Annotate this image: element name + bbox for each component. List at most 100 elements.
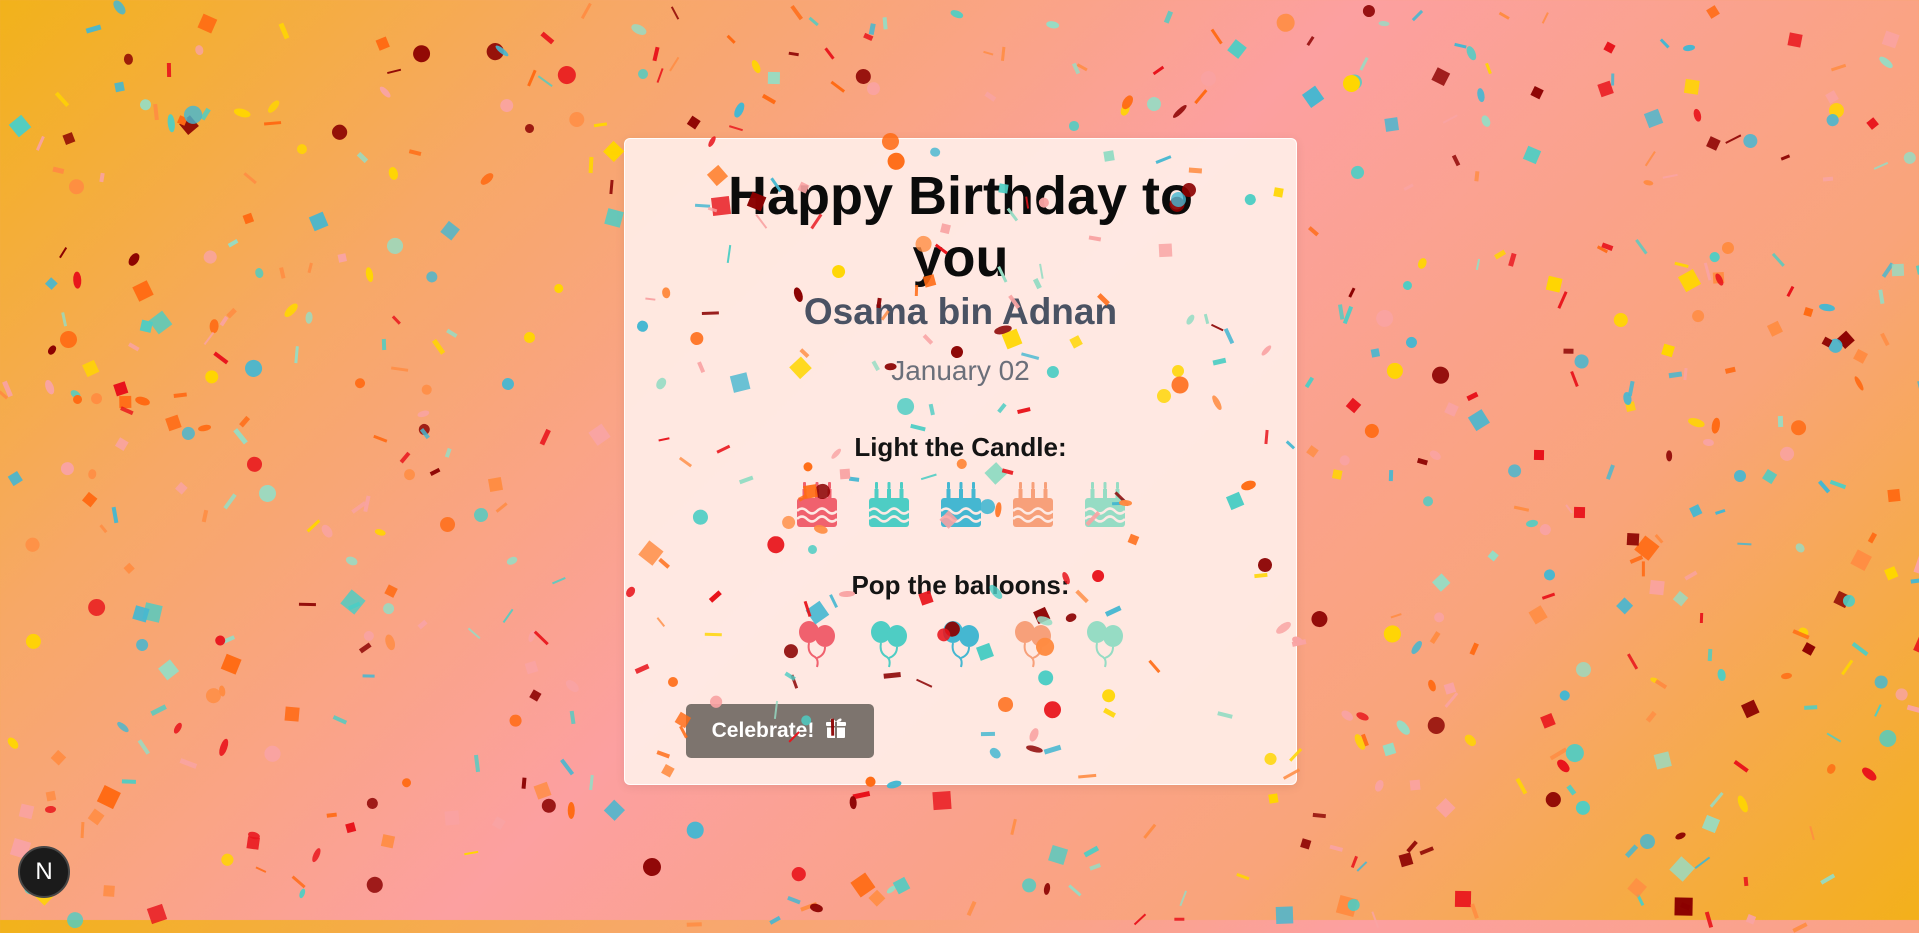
confetti-piece (1745, 913, 1757, 925)
confetti-piece (87, 468, 97, 480)
confetti-piece (1852, 375, 1866, 392)
confetti-piece (446, 329, 458, 338)
confetti-piece (375, 36, 390, 51)
balloons-icon (939, 619, 983, 674)
confetti-piece (1804, 705, 1818, 710)
confetti-piece (1347, 898, 1361, 912)
confetti-piece (1625, 401, 1636, 413)
confetti-piece (1851, 641, 1869, 657)
confetti-piece (499, 375, 517, 393)
confetti-piece (1629, 554, 1643, 564)
cake-candle-button-2[interactable] (865, 480, 913, 532)
confetti-piece (1841, 659, 1854, 676)
confetti-piece (1462, 732, 1479, 749)
confetti-piece (1887, 489, 1901, 503)
confetti-piece (1508, 252, 1517, 267)
confetti-piece (1654, 678, 1668, 690)
confetti-piece (1802, 306, 1814, 318)
confetti-piece (1767, 321, 1783, 337)
confetti-piece (855, 68, 872, 85)
cake-candle-button-4[interactable] (1009, 480, 1057, 532)
confetti-piece (1301, 85, 1324, 108)
celebrate-button[interactable]: Celebrate! (686, 704, 874, 758)
confetti-piece (197, 423, 212, 432)
confetti-piece (1826, 336, 1846, 356)
confetti-piece (726, 34, 736, 44)
confetti-piece (1083, 845, 1100, 858)
balloon-button-2[interactable] (865, 620, 913, 672)
balloon-button-4[interactable] (1009, 620, 1057, 672)
cake-candle-button-5[interactable] (1081, 480, 1129, 532)
cake-candle-button-3[interactable] (937, 480, 985, 532)
confetti-piece (1384, 117, 1400, 133)
confetti-piece (1498, 11, 1510, 20)
confetti-piece (444, 447, 452, 458)
confetti-piece (233, 106, 252, 120)
confetti-piece (1573, 353, 1591, 371)
confetti-piece (1913, 634, 1919, 657)
confetti-piece (1419, 846, 1434, 856)
confetti-piece (1830, 480, 1847, 490)
confetti-piece (1708, 250, 1721, 263)
confetti-piece (146, 903, 168, 925)
confetti-piece (255, 866, 267, 874)
confetti-piece (1485, 62, 1492, 75)
confetti-piece (1802, 642, 1816, 656)
confetti-piece (58, 459, 78, 479)
app-badge-button[interactable]: N (18, 846, 70, 898)
confetti-piece (1530, 86, 1544, 100)
confetti-piece (139, 319, 153, 333)
confetti-piece (1335, 894, 1358, 917)
confetti-piece (637, 68, 649, 80)
confetti-piece (46, 791, 57, 802)
balloon-button-1[interactable] (793, 620, 841, 672)
confetti-piece (885, 884, 898, 895)
confetti-piece (157, 658, 180, 681)
confetti-piece (1874, 704, 1882, 717)
confetti-piece (175, 482, 188, 495)
confetti-piece (1513, 505, 1530, 512)
confetti-piece (1692, 108, 1703, 123)
confetti-piece (304, 311, 313, 324)
confetti-piece (1820, 874, 1836, 885)
confetti-piece (1780, 672, 1793, 680)
confetti-piece (1275, 906, 1293, 924)
confetti-piece (473, 754, 480, 772)
confetti-piece (59, 330, 78, 349)
confetti-piece (1830, 63, 1847, 72)
confetti-piece (227, 239, 239, 248)
confetti-piece (1562, 740, 1588, 766)
confetti-piece (1429, 364, 1452, 387)
confetti-piece (967, 900, 977, 917)
confetti-piece (380, 833, 396, 849)
confetti-piece (99, 172, 105, 183)
confetti-piece (656, 68, 664, 84)
confetti-piece (179, 115, 199, 135)
confetti-piece (1304, 376, 1314, 389)
confetti-piece (1235, 872, 1250, 881)
confetti-piece (1454, 43, 1467, 49)
confetti-piece (1661, 343, 1675, 357)
confetti-piece (1373, 778, 1386, 794)
cake-candle-button-1[interactable] (793, 480, 841, 532)
confetti-piece (593, 122, 608, 128)
confetti-piece (44, 805, 57, 814)
confetti-piece (1540, 713, 1556, 729)
confetti-piece (1573, 659, 1594, 680)
confetti-piece (487, 476, 504, 493)
confetti-piece (1740, 699, 1760, 719)
confetti-piece (7, 470, 23, 486)
confetti-piece (1627, 878, 1647, 898)
confetti-piece (1118, 102, 1132, 117)
confetti-piece (166, 113, 176, 133)
confetti-piece (1388, 469, 1394, 482)
balloon-button-5[interactable] (1081, 620, 1129, 672)
balloon-button-3[interactable] (937, 620, 985, 672)
confetti-piece (1432, 573, 1451, 592)
confetti-piece (640, 855, 664, 879)
confetti-piece (1674, 261, 1689, 268)
confetti-piece (118, 395, 132, 409)
confetti-piece (1684, 79, 1700, 95)
confetti-piece (1479, 113, 1493, 129)
confetti-piece (1047, 844, 1069, 866)
